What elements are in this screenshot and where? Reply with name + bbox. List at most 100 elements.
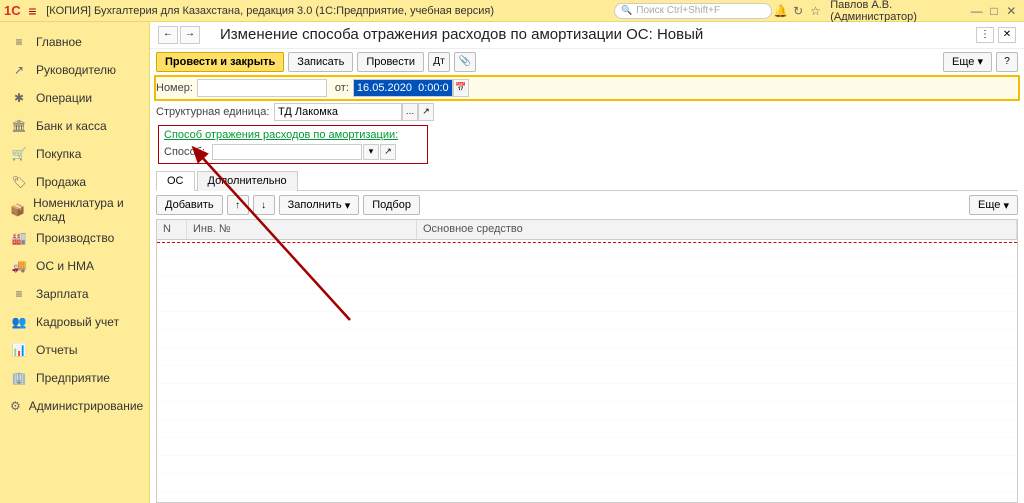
table-toolbar: Добавить ↑ ↓ Заполнить ▾ Подбор Еще ▾: [150, 191, 1024, 219]
save-button[interactable]: Записать: [288, 52, 353, 72]
move-down-icon[interactable]: ↓: [253, 195, 275, 215]
sidebar-icon: ≡: [10, 35, 28, 49]
pick-button[interactable]: Подбор: [363, 195, 420, 215]
sidebar-icon: 👥: [10, 315, 28, 329]
tab-os[interactable]: ОС: [156, 171, 195, 191]
sidebar-icon: 🚚: [10, 259, 28, 273]
from-label: от:: [335, 82, 349, 94]
close-doc-icon[interactable]: ✕: [998, 27, 1016, 43]
sidebar-label: Банк и касса: [36, 119, 107, 133]
sidebar-item-1[interactable]: ↗ Руководителю: [0, 56, 149, 84]
sidebar-label: Кадровый учет: [36, 315, 119, 329]
sidebar-item-13[interactable]: ⚙ Администрирование: [0, 392, 149, 420]
sidebar-item-11[interactable]: 📊 Отчеты: [0, 336, 149, 364]
tab-extra[interactable]: Дополнительно: [197, 171, 298, 191]
org-row: Структурная единица: … ↗: [156, 101, 1018, 123]
nav-back-button[interactable]: ←: [158, 26, 178, 44]
col-inv[interactable]: Инв. №: [187, 220, 417, 239]
number-date-row: Номер: от: 📅: [156, 77, 1018, 99]
method-dropdown-icon[interactable]: ▾: [363, 144, 379, 160]
sidebar-item-5[interactable]: 🏷 Продажа: [0, 168, 149, 196]
main-area: ← → Изменение способа отражения расходов…: [150, 22, 1024, 503]
star-icon[interactable]: ☆: [807, 4, 824, 18]
search-icon: 🔍: [621, 5, 632, 16]
fill-button[interactable]: Заполнить ▾: [279, 195, 360, 215]
user-label[interactable]: Павлов А.В. (Администратор): [830, 0, 962, 23]
table-body[interactable]: [157, 240, 1017, 503]
sidebar-item-12[interactable]: 🏢 Предприятие: [0, 364, 149, 392]
more-button[interactable]: Еще ▾: [943, 52, 992, 72]
sidebar-label: Номенклатура и склад: [33, 196, 139, 224]
col-n[interactable]: N: [157, 220, 187, 239]
attach-icon[interactable]: 📎: [454, 52, 476, 72]
sidebar-item-0[interactable]: ≡ Главное: [0, 28, 149, 56]
method-input[interactable]: [212, 144, 362, 160]
sidebar-label: Предприятие: [36, 371, 110, 385]
sidebar-label: ОС и НМА: [36, 259, 94, 273]
method-open-icon[interactable]: ↗: [380, 144, 396, 160]
sidebar-label: Операции: [36, 91, 92, 105]
date-input[interactable]: [353, 79, 453, 97]
move-up-icon[interactable]: ↑: [227, 195, 249, 215]
menu-dots-icon[interactable]: ⋮: [976, 27, 994, 43]
sidebar-item-8[interactable]: 🚚 ОС и НМА: [0, 252, 149, 280]
sidebar-label: Продажа: [36, 175, 86, 189]
close-icon[interactable]: ✕: [1003, 4, 1020, 18]
calendar-icon[interactable]: 📅: [453, 79, 469, 97]
search-input[interactable]: 🔍 Поиск Ctrl+Shift+F: [614, 3, 772, 19]
sidebar-icon: 🏷: [10, 175, 28, 189]
tab-bar: ОС Дополнительно: [156, 170, 1018, 191]
table-header: N Инв. № Основное средство: [157, 220, 1017, 240]
sidebar-item-6[interactable]: 📦 Номенклатура и склад: [0, 196, 149, 224]
sidebar-item-7[interactable]: 🏭Производство: [0, 224, 149, 252]
page-title: Изменение способа отражения расходов по …: [220, 26, 703, 43]
table-empty-line: [157, 242, 1017, 243]
sidebar-icon: ⚙: [10, 399, 21, 413]
help-button[interactable]: ?: [996, 52, 1018, 72]
sidebar-icon: 📊: [10, 343, 28, 357]
number-input[interactable]: [197, 79, 327, 97]
add-button[interactable]: Добавить: [156, 195, 223, 215]
app-logo: 1C: [4, 3, 21, 18]
sidebar-label: Зарплата: [36, 287, 89, 301]
titlebar: 1C ≡ [КОПИЯ] Бухгалтерия для Казахстана,…: [0, 0, 1024, 22]
number-label: Номер:: [156, 82, 193, 94]
method-label: Способ:: [164, 146, 212, 158]
menu-icon[interactable]: ≡: [25, 3, 41, 19]
doc-header: ← → Изменение способа отражения расходов…: [150, 22, 1024, 49]
sidebar-icon: 📦: [10, 203, 25, 217]
sidebar-label: Руководителю: [36, 63, 116, 77]
sidebar-label: Производство: [36, 231, 114, 245]
sidebar-label: Администрирование: [29, 399, 143, 413]
bell-icon[interactable]: 🔔: [772, 4, 789, 18]
org-input[interactable]: [274, 103, 402, 121]
org-label: Структурная единица:: [156, 106, 274, 118]
table-more-button[interactable]: Еще ▾: [969, 195, 1018, 215]
history-icon[interactable]: ↻: [789, 4, 806, 18]
nav-fwd-button[interactable]: →: [180, 26, 200, 44]
minimize-icon[interactable]: —: [968, 4, 985, 18]
sidebar-icon: ✱: [10, 91, 28, 105]
maximize-icon[interactable]: □: [985, 4, 1002, 18]
org-open-icon[interactable]: ↗: [418, 103, 434, 121]
org-select-icon[interactable]: …: [402, 103, 418, 121]
app-title: [КОПИЯ] Бухгалтерия для Казахстана, реда…: [46, 5, 494, 17]
sidebar-icon: ↗: [10, 63, 28, 77]
sidebar-item-9[interactable]: ≡ Зарплата: [0, 280, 149, 308]
dtct-icon[interactable]: Дт: [428, 52, 450, 72]
sidebar-icon: 🏢: [10, 371, 28, 385]
col-os[interactable]: Основное средство: [417, 220, 1017, 239]
sidebar-item-4[interactable]: 🛒Покупка: [0, 140, 149, 168]
sidebar-item-2[interactable]: ✱ Операции: [0, 84, 149, 112]
method-heading[interactable]: Способ отражения расходов по амортизации…: [164, 129, 422, 141]
sidebar-label: Главное: [36, 35, 82, 49]
sidebar-item-10[interactable]: 👥 Кадровый учет: [0, 308, 149, 336]
sidebar-label: Отчеты: [36, 343, 77, 357]
os-table[interactable]: N Инв. № Основное средство: [156, 219, 1018, 503]
post-and-close-button[interactable]: Провести и закрыть: [156, 52, 284, 72]
method-group: Способ отражения расходов по амортизации…: [158, 125, 428, 164]
sidebar-item-3[interactable]: 🏛Банк и касса: [0, 112, 149, 140]
sidebar-icon: ≡: [10, 287, 28, 301]
post-button[interactable]: Провести: [357, 52, 424, 72]
sidebar-label: Покупка: [36, 147, 81, 161]
